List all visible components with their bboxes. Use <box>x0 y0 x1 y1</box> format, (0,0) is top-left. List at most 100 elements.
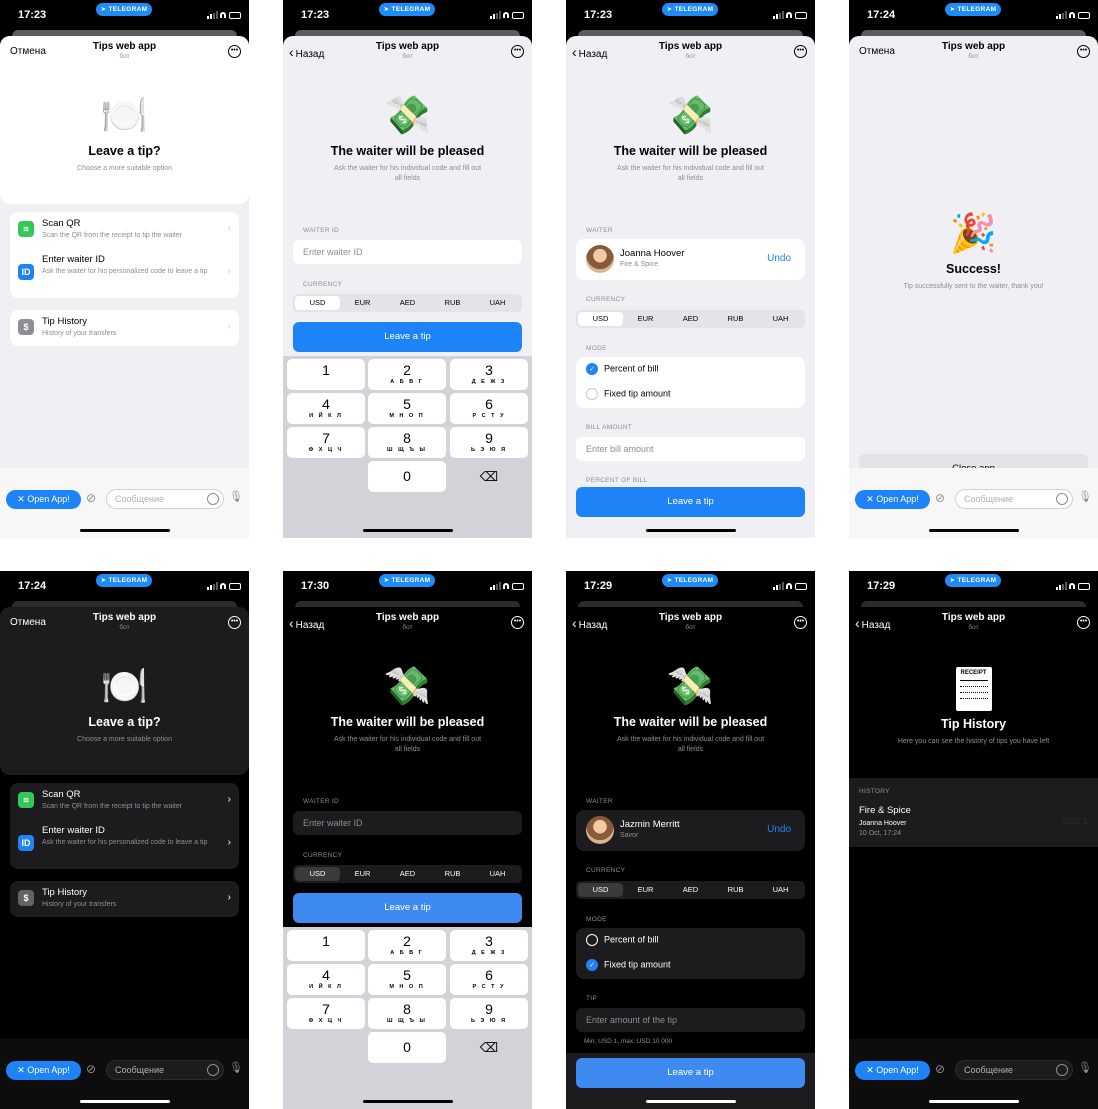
option-tip-history[interactable]: $ Tip History History of your transfers … <box>10 881 239 917</box>
party-popper-icon: 🎉 <box>949 213 998 255</box>
open-app-button[interactable]: ✕ Open App! <box>855 490 930 509</box>
leave-tip-button[interactable]: Leave a tip <box>576 1058 805 1088</box>
money-wings-icon: 💸 <box>666 95 715 137</box>
ellipsis-circle-icon[interactable]: ••• <box>794 616 807 629</box>
key-0[interactable]: 0 <box>368 461 446 492</box>
mode-fixed[interactable]: ✓ Fixed tip amount <box>586 959 671 971</box>
waiter-id-input[interactable]: Enter waiter ID <box>293 811 522 835</box>
open-app-button[interactable]: ✕ Open App! <box>6 1061 81 1080</box>
telegram-pill[interactable]: ➤ TELEGRAM <box>662 3 718 16</box>
history-date: 10 Oct, 17:24 <box>859 830 902 837</box>
paperclip-icon[interactable]: ⊘ <box>86 1062 96 1076</box>
currency-rub[interactable]: RUB <box>430 867 475 881</box>
key-9[interactable]: 9Ь Э Ю Я <box>450 427 528 458</box>
mode-percent[interactable]: ✓ Percent of bill <box>586 363 659 375</box>
undo-button[interactable]: Undo <box>767 824 791 835</box>
currency-aed[interactable]: AED <box>668 312 713 326</box>
key-7[interactable]: 7Ф Х Ц Ч <box>287 427 365 458</box>
currency-aed[interactable]: AED <box>385 296 430 310</box>
tip-input[interactable]: Enter amount of the tip <box>576 1008 805 1032</box>
option-scan-qr[interactable]: ⌗ Scan QR Scan the QR from the receipt t… <box>10 212 239 248</box>
key-4[interactable]: 4И Й К Л <box>287 964 365 995</box>
currency-rub[interactable]: RUB <box>430 296 475 310</box>
key-2[interactable]: 2А Б В Г <box>368 930 446 961</box>
currency-eur[interactable]: EUR <box>623 312 668 326</box>
currency-rub[interactable]: RUB <box>713 883 758 897</box>
ellipsis-circle-icon[interactable]: ••• <box>228 45 241 58</box>
currency-uah[interactable]: UAH <box>475 867 520 881</box>
microphone-icon[interactable]: 🎙 <box>229 1061 243 1074</box>
ellipsis-circle-icon[interactable]: ••• <box>511 616 524 629</box>
microphone-icon[interactable]: 🎙 <box>229 490 243 503</box>
key-8[interactable]: 8Ш Щ Ъ Ы <box>368 998 446 1029</box>
telegram-pill[interactable]: ➤ TELEGRAM <box>945 574 1001 587</box>
ellipsis-circle-icon[interactable]: ••• <box>511 45 524 58</box>
message-input[interactable]: Сообщение <box>106 489 224 509</box>
currency-uah[interactable]: UAH <box>758 883 803 897</box>
open-app-button[interactable]: ✕ Open App! <box>855 1061 930 1080</box>
option-enter-id[interactable]: ID Enter waiter ID Ask the waiter for hi… <box>10 819 239 867</box>
key-3[interactable]: 3Д Е Ж З <box>450 930 528 961</box>
currency-eur[interactable]: EUR <box>623 883 668 897</box>
key-3[interactable]: 3Д Е Ж З <box>450 359 528 390</box>
microphone-icon[interactable]: 🎙 <box>1078 490 1092 503</box>
waiter-id-input[interactable]: Enter waiter ID <box>293 240 522 264</box>
key-2[interactable]: 2А Б В Г <box>368 359 446 390</box>
key-6[interactable]: 6Р С Т У <box>450 393 528 424</box>
message-input[interactable]: Сообщение <box>955 1060 1073 1080</box>
telegram-pill[interactable]: ➤ TELEGRAM <box>96 3 152 16</box>
open-app-button[interactable]: ✕ Open App! <box>6 490 81 509</box>
key-6[interactable]: 6Р С Т У <box>450 964 528 995</box>
message-input[interactable]: Сообщение <box>106 1060 224 1080</box>
mode-percent[interactable]: Percent of bill <box>586 934 659 946</box>
ellipsis-circle-icon[interactable]: ••• <box>794 45 807 58</box>
leave-tip-button[interactable]: Leave a tip <box>293 893 522 923</box>
currency-usd[interactable]: USD <box>295 867 340 881</box>
paperclip-icon[interactable]: ⊘ <box>86 491 96 505</box>
ellipsis-circle-icon[interactable]: ••• <box>1077 616 1090 629</box>
telegram-pill[interactable]: ➤ TELEGRAM <box>96 574 152 587</box>
currency-usd[interactable]: USD <box>578 883 623 897</box>
undo-button[interactable]: Undo <box>767 253 791 264</box>
check-icon: ✓ <box>586 959 598 971</box>
currency-eur[interactable]: EUR <box>340 296 385 310</box>
backspace-icon[interactable]: ⌫ <box>450 461 528 492</box>
currency-rub[interactable]: RUB <box>713 312 758 326</box>
key-8[interactable]: 8Ш Щ Ъ Ы <box>368 427 446 458</box>
key-4[interactable]: 4И Й К Л <box>287 393 365 424</box>
message-input[interactable]: Сообщение <box>955 489 1073 509</box>
telegram-pill[interactable]: ➤ TELEGRAM <box>945 3 1001 16</box>
history-label: HISTORY <box>859 788 890 795</box>
key-5[interactable]: 5М Н О П <box>368 964 446 995</box>
option-scan-qr[interactable]: ⌗ Scan QR Scan the QR from the receipt t… <box>10 783 239 819</box>
leave-tip-button[interactable]: Leave a tip <box>293 322 522 352</box>
ellipsis-circle-icon[interactable]: ••• <box>228 616 241 629</box>
option-enter-id[interactable]: ID Enter waiter ID Ask the waiter for hi… <box>10 248 239 296</box>
currency-eur[interactable]: EUR <box>340 867 385 881</box>
telegram-pill[interactable]: ➤ TELEGRAM <box>379 574 435 587</box>
currency-aed[interactable]: AED <box>668 883 713 897</box>
key-0[interactable]: 0 <box>368 1032 446 1063</box>
app-sheet: Отмена Tips web app бот ••• 🍽️ Leave a t… <box>0 36 249 538</box>
microphone-icon[interactable]: 🎙 <box>1078 1061 1092 1074</box>
key-5[interactable]: 5М Н О П <box>368 393 446 424</box>
telegram-pill[interactable]: ➤ TELEGRAM <box>662 574 718 587</box>
paperclip-icon[interactable]: ⊘ <box>935 1062 945 1076</box>
currency-aed[interactable]: AED <box>385 867 430 881</box>
option-tip-history[interactable]: $ Tip History History of your transfers … <box>10 310 239 346</box>
currency-uah[interactable]: UAH <box>758 312 803 326</box>
mode-fixed[interactable]: Fixed tip amount <box>586 388 671 400</box>
bill-input[interactable]: Enter bill amount <box>576 437 805 461</box>
telegram-pill[interactable]: ➤ TELEGRAM <box>379 3 435 16</box>
key-9[interactable]: 9Ь Э Ю Я <box>450 998 528 1029</box>
currency-usd[interactable]: USD <box>295 296 340 310</box>
currency-usd[interactable]: USD <box>578 312 623 326</box>
key-1[interactable]: 1 <box>287 930 365 961</box>
currency-uah[interactable]: UAH <box>475 296 520 310</box>
paperclip-icon[interactable]: ⊘ <box>935 491 945 505</box>
backspace-icon[interactable]: ⌫ <box>450 1032 528 1063</box>
ellipsis-circle-icon[interactable]: ••• <box>1077 45 1090 58</box>
leave-tip-button[interactable]: Leave a tip <box>576 487 805 517</box>
key-1[interactable]: 1 <box>287 359 365 390</box>
key-7[interactable]: 7Ф Х Ц Ч <box>287 998 365 1029</box>
